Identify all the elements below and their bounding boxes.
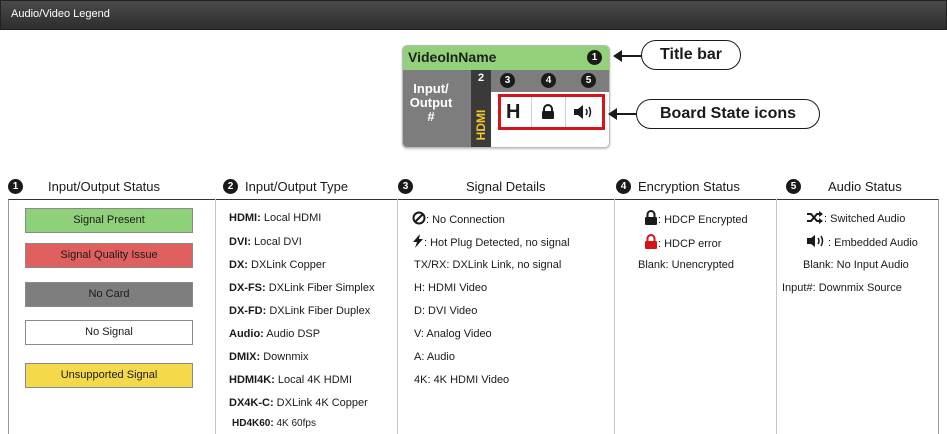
speaker-icon: [807, 235, 824, 247]
board-name: VideoInName: [408, 49, 497, 65]
col-1-marker-icon: 1: [8, 179, 23, 194]
io-label-panel: Input/ Output #: [403, 70, 471, 147]
col-header-io-status: 1 Input/Output Status: [8, 175, 208, 197]
type-item: DX-FD: DXLink Fiber Duplex: [229, 305, 371, 317]
col-4-title: Encryption Status: [638, 179, 740, 194]
lock-black-icon: [645, 210, 657, 225]
status-signal-quality-issue: Signal Quality Issue: [25, 243, 193, 268]
status-no-signal: No Signal: [25, 320, 193, 345]
col-3-marker-icon: 3: [398, 179, 413, 194]
board-widget: VideoInName 1 Input/ Output # 2 HDMI 3 4…: [402, 45, 610, 148]
status-signal-present: Signal Present: [25, 208, 193, 233]
window-title-bar: Audio/Video Legend: [0, 0, 947, 30]
marker-3-icon: 3: [500, 73, 515, 88]
window-title: Audio/Video Legend: [11, 8, 110, 20]
port-number: 2: [477, 72, 485, 84]
title-bar-arrow-icon: [613, 50, 642, 62]
status-unsupported-signal: Unsupported Signal: [25, 363, 193, 388]
io-label-line1: Input/: [413, 81, 449, 96]
io-label-line2: Output: [409, 95, 453, 110]
lock-red-icon: [645, 234, 657, 249]
shuffle-icon: [807, 211, 823, 224]
type-label: HDMI: [474, 109, 488, 141]
encryption-item: Blank: Unencrypted: [638, 259, 734, 271]
col-5-title: Audio Status: [828, 179, 902, 194]
col-header-io-type: 2 Input/Output Type: [223, 175, 403, 197]
signal-item: : No Connection: [412, 211, 505, 226]
no-connection-icon: [412, 211, 426, 225]
col-1-title: Input/Output Status: [48, 179, 161, 194]
board-title-bar: VideoInName 1: [403, 46, 609, 70]
audio-item: : Switched Audio: [806, 211, 905, 225]
type-item: HDMI: Local HDMI: [229, 212, 322, 224]
legend-header-row: 1 Input/Output Status 2 Input/Output Typ…: [8, 175, 939, 197]
marker-4-icon: 4: [541, 73, 556, 88]
type-item: DVI: Local DVI: [229, 236, 302, 248]
title-bar-callout: Title bar: [641, 40, 741, 70]
col-2-title: Input/Output Type: [245, 179, 349, 194]
status-no-card: No Card: [25, 282, 193, 307]
board-state-arrow-icon: [608, 108, 637, 120]
col-2-marker-icon: 2: [223, 179, 238, 194]
signal-item: D: DVI Video: [414, 305, 478, 317]
type-item: HDMI4K: Local 4K HDMI: [229, 374, 352, 386]
signal-item: H: HDMI Video: [414, 282, 488, 294]
board-marker-row: 3 4 5: [491, 70, 609, 92]
type-item: Audio: Audio DSP: [229, 328, 321, 340]
col-4-marker-icon: 4: [616, 179, 631, 194]
signal-item: TX/RX: DXLink Link, no signal: [414, 259, 562, 271]
hot-plug-icon: [413, 234, 423, 248]
encryption-item: : HDCP error: [644, 234, 721, 250]
signal-item: 4K: 4K HDMI Video: [414, 374, 510, 386]
col-header-encryption: 4 Encryption Status: [616, 175, 786, 197]
col-header-audio: 5 Audio Status: [786, 175, 939, 197]
signal-item: A: Audio: [414, 351, 455, 363]
io-label-line3: #: [427, 109, 435, 124]
col-header-signal-details: 3 Signal Details: [398, 175, 618, 197]
signal-letter: H: [506, 101, 521, 123]
board-state-icons: H: [498, 94, 605, 130]
marker-5-icon: 5: [581, 73, 596, 88]
board-state-callout: Board State icons: [636, 99, 820, 129]
audio-item: : Embedded Audio: [806, 234, 918, 249]
speaker-icon: [574, 105, 592, 119]
signal-item: : Hot Plug Detected, no signal: [412, 234, 570, 249]
audio-item: Input#: Downmix Source: [782, 282, 902, 294]
type-item: DMIX: Downmix: [229, 351, 309, 363]
col-3-title: Signal Details: [466, 179, 546, 194]
marker-1-icon: 1: [587, 50, 602, 65]
lock-icon: [542, 104, 554, 119]
encryption-item: : HDCP Encrypted: [644, 210, 748, 226]
type-item: HD4K60: 4K 60fps: [232, 418, 316, 429]
type-item: DX-FS: DXLink Fiber Simplex: [229, 282, 375, 294]
type-item: DX4K-C: DXLink 4K Copper: [229, 397, 368, 409]
audio-item: Blank: No Input Audio: [803, 259, 909, 271]
signal-item: V: Analog Video: [414, 328, 492, 340]
type-strip: 2 HDMI: [471, 70, 491, 147]
type-item: DX: DXLink Copper: [229, 259, 326, 271]
col-5-marker-icon: 5: [786, 179, 801, 194]
